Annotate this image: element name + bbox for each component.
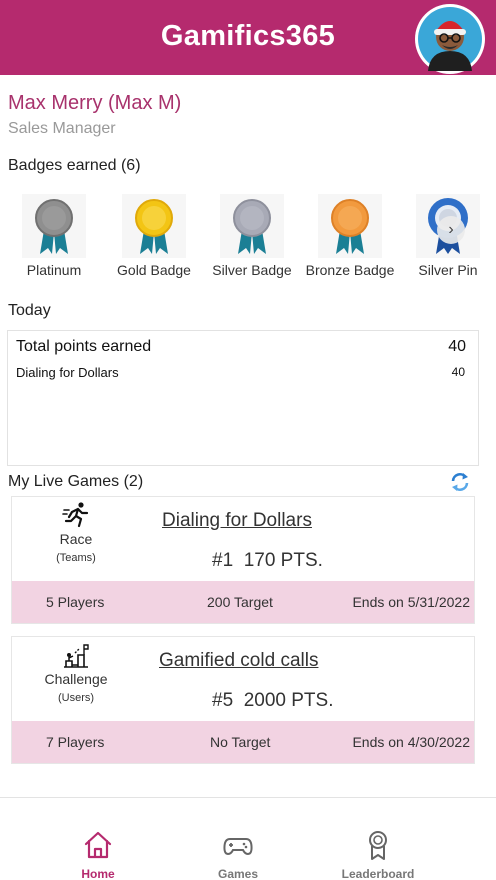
game-name-link[interactable]: Gamified cold calls — [159, 650, 318, 672]
badge-label: Gold Badge — [117, 262, 191, 278]
app-header: Gamifics365 — [0, 0, 496, 75]
gamepad-icon — [223, 838, 253, 856]
game-type-label: Race — [59, 531, 93, 547]
badge-medal-icon — [318, 194, 382, 258]
today-heading: Today — [8, 302, 51, 319]
players-count: 7 Players — [46, 734, 105, 750]
runner-icon — [62, 502, 89, 528]
avatar-icon — [418, 7, 482, 71]
badge-silver[interactable]: Silver Badge — [204, 194, 300, 278]
badge-label: Bronze Badge — [305, 262, 395, 278]
game-rank: #1 170 PTS. — [212, 550, 323, 572]
nav-label: Games — [217, 867, 259, 880]
nav-label: Leaderboard — [341, 867, 415, 880]
total-points-label: Total points earned — [16, 338, 152, 355]
today-summary-card: Total points earned 40 Dialing for Dolla… — [7, 330, 479, 466]
rank-value: #1 — [212, 550, 234, 571]
profile-name: Max Merry (Max M) — [8, 92, 182, 114]
today-game-row: Dialing for Dollars 40 — [16, 365, 465, 380]
refresh-icon[interactable] — [449, 471, 471, 493]
game-type-label: Challenge — [44, 671, 108, 687]
game-type: Challenge (Users) — [12, 637, 140, 723]
players-count: 5 Players — [46, 594, 105, 610]
badge-medal-icon — [220, 194, 284, 258]
game-footer: 5 Players 200 Target Ends on 5/31/2022 — [12, 581, 474, 623]
award-icon — [369, 831, 387, 860]
game-footer: 7 Players No Target Ends on 4/30/2022 — [12, 721, 474, 763]
badge-label: Silver Badge — [212, 262, 292, 278]
badge-label: Silver Pin — [418, 262, 478, 278]
game-target: 200 Target — [207, 594, 273, 610]
badges-carousel[interactable]: Platinum Gold Badge Silver Badge Bronze … — [0, 194, 496, 284]
game-end-date: Ends on 4/30/2022 — [352, 734, 470, 750]
nav-label: Home — [81, 867, 115, 880]
game-type-sub: (Teams) — [56, 552, 96, 564]
today-game-label: Dialing for Dollars — [16, 365, 119, 380]
home-icon — [84, 831, 112, 859]
game-card[interactable]: Challenge (Users) Gamified cold calls #5… — [11, 636, 475, 764]
carousel-next-button[interactable]: › — [437, 216, 465, 244]
nav-games[interactable]: Games — [178, 830, 298, 880]
nav-home[interactable]: Home — [38, 830, 158, 880]
badges-heading: Badges earned (6) — [8, 157, 141, 174]
challenge-icon — [64, 644, 89, 668]
badge-platinum[interactable]: Platinum — [6, 194, 102, 278]
total-points-value: 40 — [448, 338, 466, 355]
badge-bronze[interactable]: Bronze Badge — [302, 194, 398, 278]
game-end-date: Ends on 5/31/2022 — [352, 594, 470, 610]
live-games-heading: My Live Games (2) — [8, 473, 144, 490]
rank-value: #5 — [212, 690, 234, 711]
bottom-nav: Home Games Leaderboard — [0, 797, 496, 880]
game-rank: #5 2000 PTS. — [212, 690, 333, 712]
badge-medal-icon — [122, 194, 186, 258]
game-type-sub: (Users) — [57, 692, 95, 704]
total-points-row: Total points earned 40 — [16, 338, 466, 356]
game-name-link[interactable]: Dialing for Dollars — [162, 510, 312, 532]
nav-leaderboard[interactable]: Leaderboard — [318, 830, 438, 880]
today-game-points: 40 — [451, 365, 465, 379]
badge-gold[interactable]: Gold Badge — [106, 194, 202, 278]
app-root: Gamifics365 Max Merry (Max M) Sales Mana… — [0, 0, 496, 880]
game-target: No Target — [210, 734, 271, 750]
profile-role: Sales Manager — [8, 120, 116, 137]
points-value: 170 PTS. — [243, 550, 323, 571]
game-card[interactable]: Race (Teams) Dialing for Dollars #1 170 … — [11, 496, 475, 624]
badge-label: Platinum — [26, 262, 82, 278]
avatar[interactable] — [415, 4, 485, 74]
chevron-right-icon: › — [448, 221, 454, 238]
badge-medal-icon — [22, 194, 86, 258]
points-value: 2000 PTS. — [243, 690, 334, 711]
game-type: Race (Teams) — [12, 497, 140, 583]
